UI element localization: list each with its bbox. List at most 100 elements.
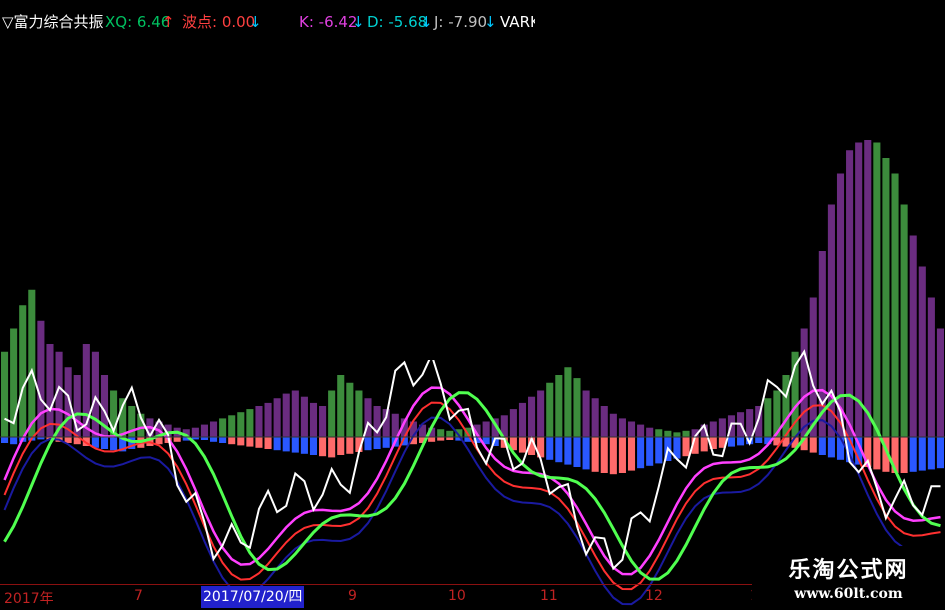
histogram-bar-down xyxy=(818,437,826,455)
histogram-bar-up xyxy=(591,398,599,437)
histogram-bar-down xyxy=(173,437,181,442)
histogram-bar-down xyxy=(437,437,445,441)
histogram-bar-up xyxy=(482,421,490,437)
histogram-bar-up xyxy=(782,375,790,437)
histogram-bar-down xyxy=(291,437,299,453)
histogram-bar-up xyxy=(582,390,590,437)
histogram-bar-down xyxy=(518,437,527,453)
bodian-arrow-icon: ↓ xyxy=(249,13,262,31)
histogram-bar-down xyxy=(110,437,118,451)
histogram-bar-up xyxy=(637,424,645,437)
histogram-bar-up xyxy=(219,418,227,437)
j-arrow-icon: ↓ xyxy=(484,13,497,31)
histogram-bar-down xyxy=(246,437,254,447)
chart-panel: ▽富力综合共振 XQ: 6.46 ↑ 波点: 0.00 ↓ K: -6.42 ↓… xyxy=(0,0,945,609)
k-value: K: -6.42 xyxy=(299,13,358,31)
indicator-title: ▽富力综合共振 xyxy=(2,13,104,31)
histogram-bar-up xyxy=(627,421,636,437)
histogram-bar-down xyxy=(219,437,227,443)
histogram-bar-down xyxy=(319,437,327,457)
histogram-bar-down xyxy=(237,437,245,446)
k-arrow-icon: ↓ xyxy=(352,13,365,31)
histogram-bar-down xyxy=(255,437,263,448)
histogram-bar-down xyxy=(737,437,745,446)
histogram-bar-up xyxy=(909,235,917,437)
histogram-bar-down xyxy=(100,437,109,449)
histogram-bar-up xyxy=(191,427,199,437)
histogram-bar-down xyxy=(655,437,663,464)
histogram-bar-up xyxy=(209,421,218,437)
histogram-bar-down xyxy=(873,437,881,470)
histogram-bar-up xyxy=(228,415,236,437)
histogram-bar-up xyxy=(918,266,926,437)
histogram-bar-down xyxy=(609,437,617,475)
x-tick-label: 11 xyxy=(540,588,558,604)
histogram-bar-up xyxy=(509,409,517,437)
histogram-bar-up xyxy=(800,328,808,437)
histogram-bar-up xyxy=(246,409,254,437)
histogram-bar-down xyxy=(328,437,336,458)
histogram-bar-down xyxy=(591,437,599,472)
histogram-bar-up xyxy=(609,413,617,437)
histogram-bar-down xyxy=(827,437,835,458)
histogram-bar-down xyxy=(582,437,590,470)
histogram-bar-down xyxy=(936,437,944,469)
histogram-bar-up xyxy=(437,429,445,437)
histogram-bar-up xyxy=(927,297,935,437)
histogram-bar-up xyxy=(282,393,290,437)
watermark: 乐淘公式网 www.60lt.com xyxy=(752,546,945,609)
histogram-bar-down xyxy=(264,437,272,449)
histogram-bar-down xyxy=(573,437,581,467)
histogram-bar-up xyxy=(255,406,263,437)
histogram-bar-down xyxy=(282,437,290,452)
histogram-bar-up xyxy=(518,402,527,437)
histogram-bar-up xyxy=(19,305,27,437)
histogram-bar-down xyxy=(209,437,218,442)
histogram-bar-up xyxy=(537,390,545,437)
histogram-bar-up xyxy=(882,158,890,437)
histogram-bar-up xyxy=(555,375,563,437)
histogram-bar-up xyxy=(682,430,690,437)
histogram-bar-down xyxy=(373,437,381,449)
histogram-bar-down xyxy=(755,437,763,443)
histogram-bar-up xyxy=(528,396,536,437)
watermark-title: 乐淘公式网 xyxy=(788,557,909,583)
histogram-bar-up xyxy=(319,406,327,437)
histogram-bar-down xyxy=(228,437,236,445)
histogram-bar-up xyxy=(264,402,272,437)
x-tick-label: 10 xyxy=(448,588,466,604)
histogram-bar-up xyxy=(273,398,281,437)
histogram-bar-down xyxy=(564,437,572,465)
histogram-bar-down xyxy=(300,437,308,454)
histogram-bar-down xyxy=(900,437,908,473)
white-line xyxy=(4,349,941,571)
histogram-bar-up xyxy=(764,398,772,437)
histogram-bar-down xyxy=(700,437,708,452)
histogram-bar-down xyxy=(809,437,817,453)
xq-value: XQ: 6.46 xyxy=(105,13,171,31)
histogram-bar-up xyxy=(618,418,626,437)
bodian-value: 波点: 0.00 xyxy=(182,13,256,31)
histogram-bar-up xyxy=(936,328,944,437)
histogram-bar-up xyxy=(564,367,572,437)
histogram-bar-up xyxy=(28,289,36,437)
histogram-bar-up xyxy=(809,297,817,437)
xq-arrow-icon: ↑ xyxy=(162,13,175,31)
cursor-date-label: 2017/07/20/四 xyxy=(201,586,305,608)
x-tick-label: 7 xyxy=(134,588,143,604)
histogram-bar-up xyxy=(346,382,354,437)
histogram-bar-up xyxy=(664,430,672,437)
d-arrow-icon: ↓ xyxy=(420,13,433,31)
histogram-bar-up xyxy=(237,412,245,437)
x-tick-label: 12 xyxy=(645,588,663,604)
histogram-bar-down xyxy=(918,437,926,471)
histogram-bar-up xyxy=(328,390,336,437)
histogram-bar-down xyxy=(546,437,554,460)
x-tick-label: 9 xyxy=(348,588,357,604)
histogram-bar-down xyxy=(909,437,917,472)
histogram-bar-up xyxy=(1,351,9,437)
histogram-bar-up xyxy=(300,396,308,437)
histogram-bar-down xyxy=(309,437,318,455)
histogram-bar-down xyxy=(627,437,636,471)
histogram-bar-down xyxy=(682,437,690,457)
